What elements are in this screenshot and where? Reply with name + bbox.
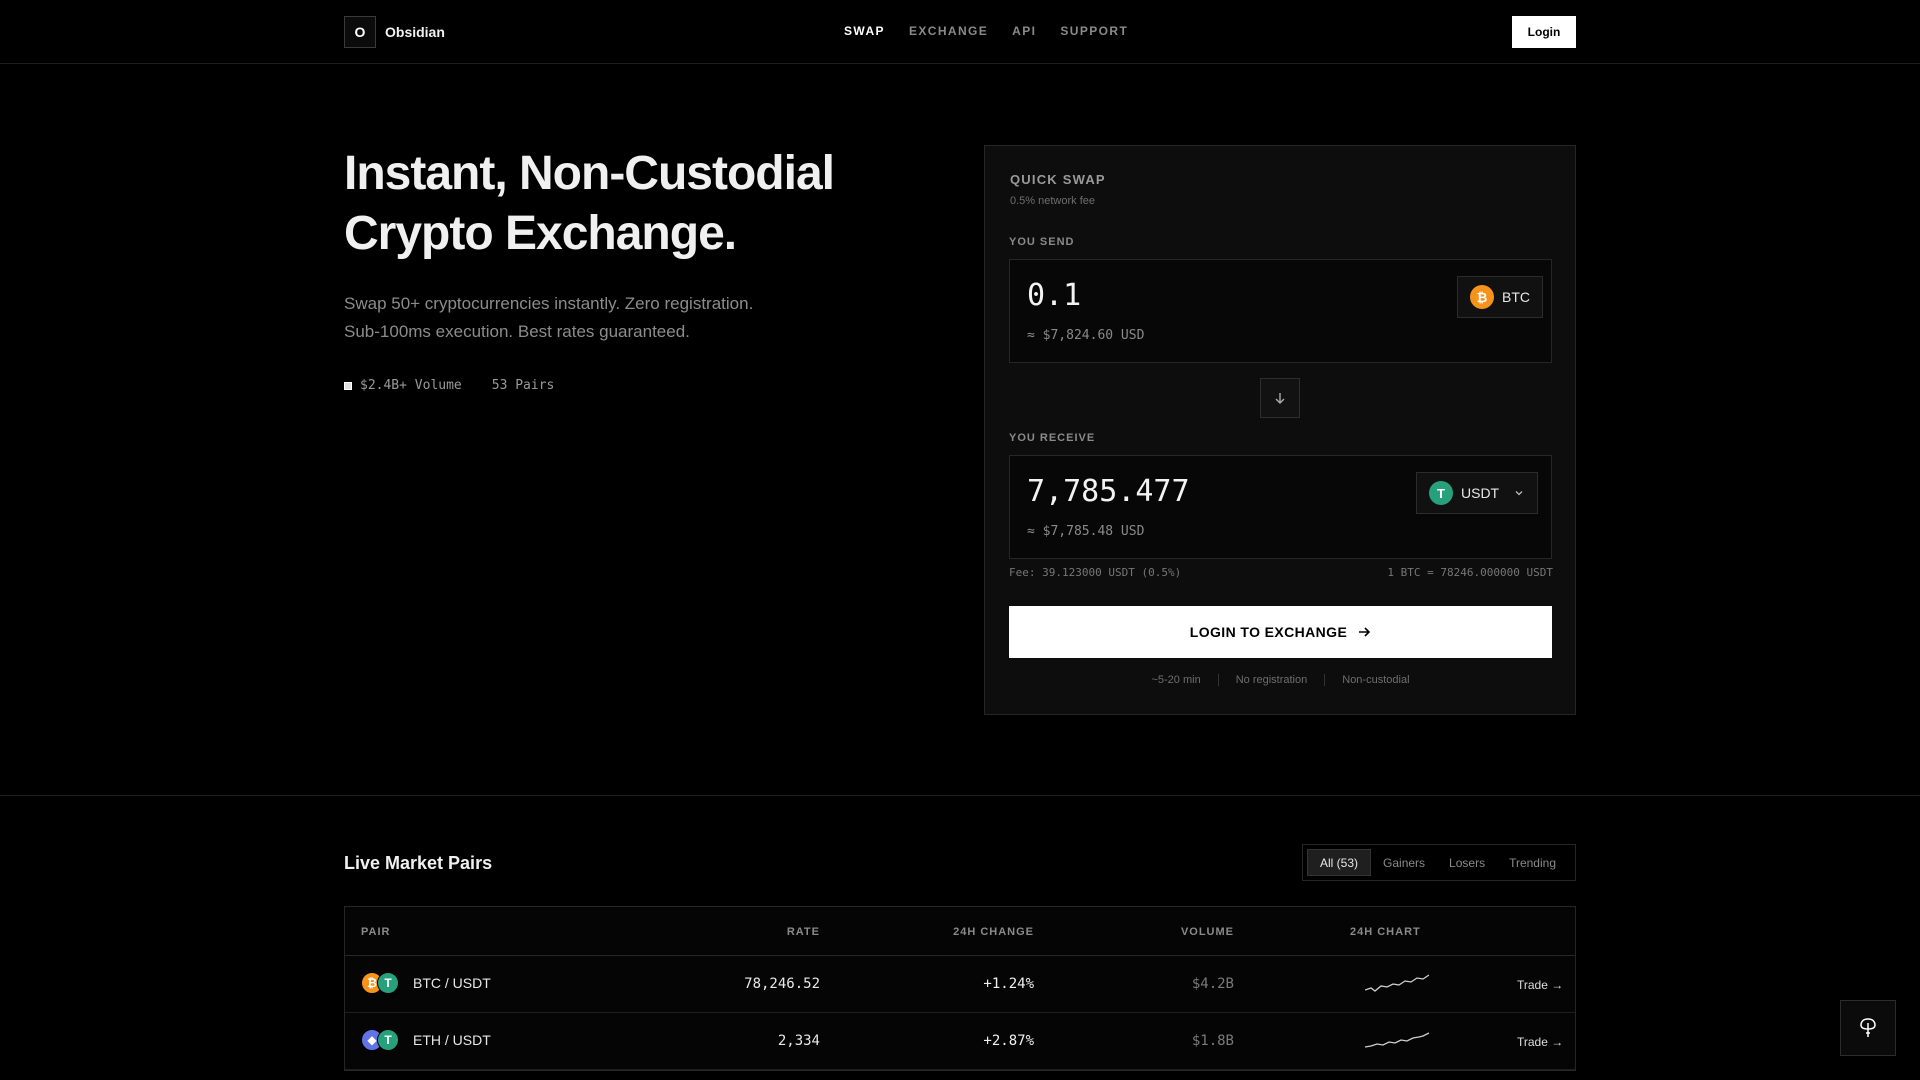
volume-cell: $4.2B: [1191, 976, 1234, 992]
send-token-selector[interactable]: ₿ BTC: [1457, 276, 1543, 318]
hero-subtitle: Swap 50+ cryptocurrencies instantly. Zer…: [344, 290, 824, 346]
receive-usd-value: ≈ $7,785.48 USD: [1027, 524, 1145, 539]
receive-panel: 7,785.477 ≈ $7,785.48 USD T USDT: [1009, 455, 1552, 559]
table-header: PAIR RATE 24H CHANGE VOLUME 24H CHART: [345, 907, 1575, 956]
receive-amount: 7,785.477: [1027, 474, 1190, 509]
trade-link[interactable]: Trade →: [1517, 1035, 1563, 1049]
nav-api[interactable]: API: [1012, 24, 1036, 38]
filter-trending[interactable]: Trending: [1497, 849, 1568, 876]
hero-title-line-2: Crypto Exchange.: [344, 207, 737, 260]
sparkline-chart: [1364, 972, 1430, 999]
send-panel: 0.1 ≈ $7,824.60 USD ₿ BTC: [1009, 259, 1552, 363]
hero-subtitle-line-1: Swap 50+ cryptocurrencies instantly. Zer…: [344, 294, 754, 313]
stat-volume: $2.4B+ Volume: [360, 378, 462, 393]
sparkline-chart: [1364, 1029, 1430, 1056]
brand-name: Obsidian: [385, 24, 445, 40]
pair-name: BTC / USDT: [413, 975, 491, 991]
card-title: QUICK SWAP: [1010, 172, 1106, 187]
tether-icon: T: [1429, 481, 1453, 505]
top-header: O Obsidian SWAP EXCHANGE API SUPPORT Log…: [0, 0, 1920, 64]
section-divider: [0, 795, 1920, 796]
hero-stats: $2.4B+ Volume 53 Pairs: [344, 378, 554, 393]
col-rate: RATE: [786, 926, 820, 938]
live-dot-icon: [344, 381, 352, 390]
floating-action-button[interactable]: [1840, 1000, 1896, 1056]
hero-title-line-1: Instant, Non-Custodial: [344, 147, 835, 200]
receive-label: YOU RECEIVE: [1009, 432, 1096, 444]
network-fee-note: 0.5% network fee: [1010, 195, 1095, 207]
table-row[interactable]: ◆ T ETH / USDT 2,334 +2.87% $1.8B Trade …: [345, 1013, 1575, 1070]
login-to-exchange-button[interactable]: LOGIN TO EXCHANGE: [1009, 606, 1552, 658]
main-nav: SWAP EXCHANGE API SUPPORT: [844, 24, 1128, 38]
receive-token-selector[interactable]: T USDT: [1416, 472, 1539, 514]
volume-cell: $1.8B: [1191, 1033, 1234, 1049]
pair-name: ETH / USDT: [413, 1032, 491, 1048]
brand-logo[interactable]: O Obsidian: [344, 16, 445, 48]
fee-rate-row: Fee: 39.123000 USDT (0.5%) 1 BTC = 78246…: [1009, 566, 1553, 579]
stat-pairs: 53 Pairs: [491, 378, 555, 393]
col-chart: 24H CHART: [1350, 926, 1421, 938]
login-button[interactable]: Login: [1512, 16, 1576, 48]
table-row[interactable]: ₿ T BTC / USDT 78,246.52 +1.24% $4.2B Tr…: [345, 956, 1575, 1013]
fee-text: Fee: 39.123000 USDT (0.5%): [1009, 566, 1182, 579]
market-filters: All (53) Gainers Losers Trending: [1302, 844, 1576, 881]
market-title: Live Market Pairs: [344, 853, 493, 873]
swap-direction-button[interactable]: [1260, 378, 1300, 418]
filter-all[interactable]: All (53): [1307, 849, 1372, 876]
tether-icon: T: [377, 1029, 399, 1051]
quick-swap-card: QUICK SWAP 0.5% network fee YOU SEND 0.1…: [984, 145, 1576, 715]
bitcoin-icon: ₿: [1470, 285, 1494, 309]
change-cell: +2.87%: [983, 1033, 1034, 1049]
hero-title: Instant, Non-Custodial Crypto Exchange.: [344, 144, 884, 264]
cta-label: LOGIN TO EXCHANGE: [1189, 624, 1348, 640]
swap-badges: ~5-20 min No registration Non-custodial: [1009, 674, 1552, 686]
rate-cell: 78,246.52: [744, 976, 820, 992]
nav-support[interactable]: SUPPORT: [1060, 24, 1128, 38]
pair-cell: ◆ T ETH / USDT: [361, 1029, 491, 1051]
col-pair: PAIR: [361, 926, 391, 938]
badge-time: ~5-20 min: [1151, 674, 1201, 686]
send-usd-value: ≈ $7,824.60 USD: [1027, 328, 1145, 343]
market-table: PAIR RATE 24H CHANGE VOLUME 24H CHART ₿ …: [344, 906, 1576, 1071]
arrow-right-icon: [1359, 627, 1371, 637]
trade-link[interactable]: Trade →: [1517, 978, 1563, 992]
logo-mark: O: [344, 16, 376, 48]
send-label: YOU SEND: [1009, 236, 1075, 248]
pair-cell: ₿ T BTC / USDT: [361, 972, 491, 994]
send-amount-input[interactable]: 0.1: [1027, 278, 1081, 313]
rate-cell: 2,334: [777, 1033, 820, 1049]
tether-icon: T: [377, 972, 399, 994]
exchange-rate-text: 1 BTC = 78246.000000 USDT: [1387, 566, 1553, 579]
hero-subtitle-line-2: Sub-100ms execution. Best rates guarante…: [344, 322, 690, 341]
change-cell: +1.24%: [983, 976, 1034, 992]
badge-no-registration: No registration: [1235, 674, 1308, 686]
badge-non-custodial: Non-custodial: [1342, 674, 1410, 686]
send-token-label: BTC: [1502, 289, 1530, 305]
filter-losers[interactable]: Losers: [1437, 849, 1497, 876]
arrow-down-icon: [1275, 393, 1285, 404]
nav-exchange[interactable]: EXCHANGE: [909, 24, 988, 38]
receive-token-label: USDT: [1461, 485, 1500, 501]
map-pin-icon: [1860, 1018, 1876, 1037]
filter-gainers[interactable]: Gainers: [1371, 849, 1437, 876]
col-change: 24H CHANGE: [953, 926, 1034, 938]
chevron-down-icon: [1515, 491, 1523, 496]
nav-swap[interactable]: SWAP: [844, 24, 885, 38]
col-volume: VOLUME: [1180, 926, 1234, 938]
